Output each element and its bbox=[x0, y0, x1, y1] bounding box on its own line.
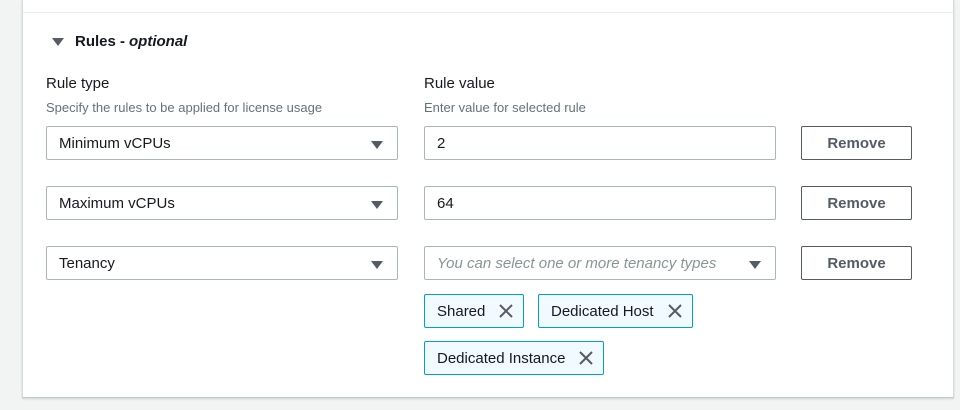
rules-section-toggle[interactable]: Rules - optional bbox=[52, 33, 187, 50]
rule-value-input[interactable] bbox=[424, 126, 776, 160]
rules-panel: Rules - optional Rule type Specify the r… bbox=[22, 0, 954, 398]
close-icon[interactable] bbox=[666, 302, 684, 320]
tenancy-token-dedicated-instance: Dedicated Instance bbox=[424, 341, 605, 375]
section-optional-label: optional bbox=[129, 33, 188, 50]
rule-type-select[interactable]: Maximum vCPUs bbox=[46, 186, 398, 220]
rule-type-description: Specify the rules to be applied for lice… bbox=[46, 100, 323, 115]
rule-type-selected: Maximum vCPUs bbox=[59, 194, 175, 212]
rule-type-select[interactable]: Minimum vCPUs bbox=[46, 126, 398, 160]
rule-value-input[interactable] bbox=[424, 186, 776, 220]
tenancy-placeholder: You can select one or more tenancy types bbox=[437, 254, 717, 272]
tenancy-multiselect[interactable]: You can select one or more tenancy types bbox=[424, 246, 776, 280]
token-label: Shared bbox=[437, 302, 486, 320]
section-title: Rules - bbox=[75, 33, 126, 50]
rule-value-label: Rule value bbox=[424, 75, 495, 92]
caret-down-icon bbox=[749, 261, 761, 269]
tenancy-token-dedicated-host: Dedicated Host bbox=[538, 294, 693, 328]
caret-down-icon bbox=[371, 201, 383, 209]
rule-value-description: Enter value for selected rule bbox=[424, 100, 586, 115]
close-icon[interactable] bbox=[577, 349, 595, 367]
divider bbox=[23, 12, 953, 13]
rule-type-label: Rule type bbox=[46, 75, 110, 92]
token-label: Dedicated Instance bbox=[437, 349, 566, 367]
caret-down-icon bbox=[52, 38, 64, 46]
rule-type-select[interactable]: Tenancy bbox=[46, 246, 398, 280]
remove-rule-button[interactable]: Remove bbox=[801, 186, 912, 220]
remove-rule-button[interactable]: Remove bbox=[801, 246, 912, 280]
remove-rule-button[interactable]: Remove bbox=[801, 126, 912, 160]
caret-down-icon bbox=[371, 261, 383, 269]
close-icon[interactable] bbox=[497, 302, 515, 320]
rule-type-selected: Minimum vCPUs bbox=[59, 134, 171, 152]
token-label: Dedicated Host bbox=[551, 302, 654, 320]
rule-type-selected: Tenancy bbox=[59, 254, 115, 272]
caret-down-icon bbox=[371, 141, 383, 149]
tenancy-token-shared: Shared bbox=[424, 294, 525, 328]
